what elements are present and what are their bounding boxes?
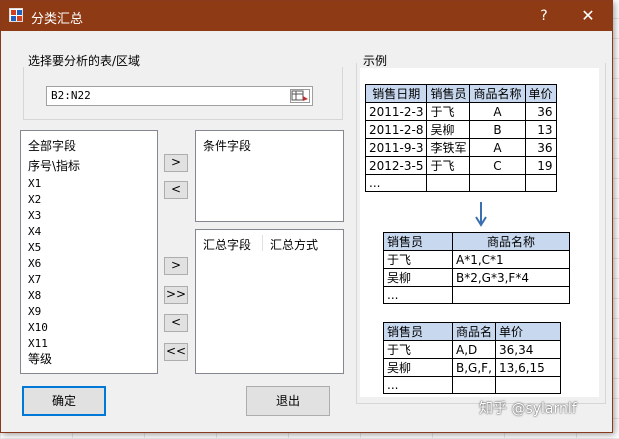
table-cell: A,D: [451, 340, 497, 359]
table-cell: 吴柳: [426, 120, 471, 139]
table-cell: B,G,F,: [451, 358, 497, 377]
table-cell: [495, 376, 562, 394]
table-cell: [426, 174, 471, 192]
table-header: 单价: [495, 322, 562, 341]
list-item[interactable]: X2: [28, 193, 41, 206]
list-item[interactable]: X1: [28, 177, 41, 190]
window-title: 分类汇总: [31, 12, 84, 27]
condition-fields-header: 条件字段: [203, 139, 252, 153]
table-cell: 于飞: [426, 156, 471, 175]
table-cell: B*2,G*3,F*4: [452, 268, 570, 287]
table-cell: A: [469, 138, 526, 157]
table-cell: 36: [524, 138, 557, 157]
remove-summary-button[interactable]: <: [164, 314, 188, 332]
list-item[interactable]: X8: [28, 289, 41, 302]
table-row: 2011-2-8 吴柳 B 13: [364, 120, 557, 139]
table-cell: 吴柳: [383, 268, 453, 287]
watermark: 知乎 @sylarnlf: [479, 401, 577, 417]
table-row: ...: [364, 174, 557, 192]
list-item[interactable]: X6: [28, 257, 41, 270]
table-header: 销售员: [383, 232, 453, 251]
table-row: 吴柳 B,G,F, 13,6,15: [383, 358, 562, 377]
range-picker-icon[interactable]: [290, 89, 310, 103]
table-row: 2011-2-3 于飞 A 36: [364, 102, 557, 121]
title-bar: 分类汇总 ? ✕: [1, 1, 612, 31]
table-cell: [452, 286, 570, 304]
app-icon: [9, 8, 23, 22]
table-cell: 36: [524, 102, 557, 121]
table-cell: 于飞: [383, 250, 453, 269]
table-row: ...: [383, 286, 570, 304]
table-cell: 13,6,15: [495, 358, 562, 377]
table-header: 单价: [524, 84, 557, 103]
table-cell: 2011-2-3: [364, 102, 428, 121]
example-source-table: 销售日期 销售员 商品名称 单价 2011-2-3 于飞 A 36 2011-2…: [364, 84, 557, 192]
table-row: 吴柳 B*2,G*3,F*4: [383, 268, 570, 287]
example-result-table-1: 销售员 商品名称 于飞 A*1,C*1 吴柳 B*2,G*3,F*4 ...: [383, 232, 570, 304]
list-item[interactable]: 序号\指标: [28, 157, 80, 174]
column-divider: [262, 235, 263, 251]
table-cell: 2012-3-5: [364, 156, 428, 175]
summary-field-column-header: 汇总字段: [203, 238, 252, 252]
table-header: 商品名称: [452, 232, 570, 251]
range-input-value: B2:N22: [51, 89, 91, 102]
table-row: 2011-9-3 李铁军 A 36: [364, 138, 557, 157]
list-item[interactable]: X5: [28, 241, 41, 254]
table-cell: 于飞: [383, 340, 453, 359]
list-item[interactable]: X3: [28, 209, 41, 222]
table-cell: ...: [383, 376, 453, 394]
table-header: 销售日期: [364, 84, 428, 103]
table-cell: 2011-2-8: [364, 120, 428, 139]
table-cell: 36,34: [495, 340, 562, 359]
help-button[interactable]: ?: [526, 1, 562, 31]
list-item[interactable]: X10: [28, 321, 48, 334]
ok-button[interactable]: 确定: [22, 386, 106, 416]
dialog-window: 分类汇总 ? ✕ 选择要分析的表/区域 B2:N22 全部字段 序号\指标 X1…: [0, 0, 613, 433]
summary-method-column-header: 汇总方式: [270, 238, 319, 252]
table-row: 于飞 A*1,C*1: [383, 250, 570, 269]
range-input[interactable]: B2:N22: [46, 86, 313, 106]
table-cell: ...: [383, 286, 453, 304]
table-cell: 吴柳: [383, 358, 453, 377]
add-all-summary-button[interactable]: >>: [164, 286, 188, 304]
table-cell: C: [469, 156, 526, 175]
table-cell: A: [469, 102, 526, 121]
list-item[interactable]: X9: [28, 305, 41, 318]
table-row: 于飞 A,D 36,34: [383, 340, 562, 359]
add-summary-button[interactable]: >: [164, 257, 188, 275]
arrow-down-icon: [475, 202, 487, 227]
table-cell: B: [469, 120, 526, 139]
table-row: ...: [383, 376, 562, 394]
table-header: 商品名: [451, 322, 497, 341]
exit-button[interactable]: 退出: [246, 386, 330, 416]
remove-condition-button[interactable]: <: [164, 181, 188, 199]
table-cell: [451, 376, 497, 394]
all-fields-list[interactable]: 全部字段 序号\指标 X1 X2 X3 X4 X5 X6 X7 X8 X9 X1…: [20, 130, 158, 374]
list-item[interactable]: 等级: [28, 350, 52, 367]
table-cell: [524, 174, 557, 192]
table-cell: 13: [524, 120, 557, 139]
example-result-table-2: 销售员 商品名 单价 于飞 A,D 36,34 吴柳 B,G,F, 13,6,1…: [383, 322, 562, 394]
table-header: 销售员: [383, 322, 453, 341]
list-item[interactable]: X11: [28, 337, 48, 350]
summary-fields-list[interactable]: 汇总字段 汇总方式: [195, 229, 344, 374]
table-cell: ...: [364, 174, 428, 192]
list-item[interactable]: X7: [28, 273, 41, 286]
condition-fields-list[interactable]: 条件字段: [195, 130, 344, 222]
remove-all-summary-button[interactable]: <<: [164, 343, 188, 361]
table-cell: 2011-9-3: [364, 138, 428, 157]
table-row: 2012-3-5 于飞 C 19: [364, 156, 557, 175]
table-header: 商品名称: [469, 84, 526, 103]
add-condition-button[interactable]: >: [164, 154, 188, 172]
close-button[interactable]: ✕: [566, 1, 610, 31]
table-cell: A*1,C*1: [452, 250, 570, 269]
all-fields-header: 全部字段: [28, 139, 77, 153]
list-item[interactable]: X4: [28, 225, 41, 238]
table-header: 销售员: [426, 84, 471, 103]
table-cell: 19: [524, 156, 557, 175]
table-cell: 李铁军: [426, 138, 471, 157]
table-cell: [469, 174, 526, 192]
table-cell: 于飞: [426, 102, 471, 121]
